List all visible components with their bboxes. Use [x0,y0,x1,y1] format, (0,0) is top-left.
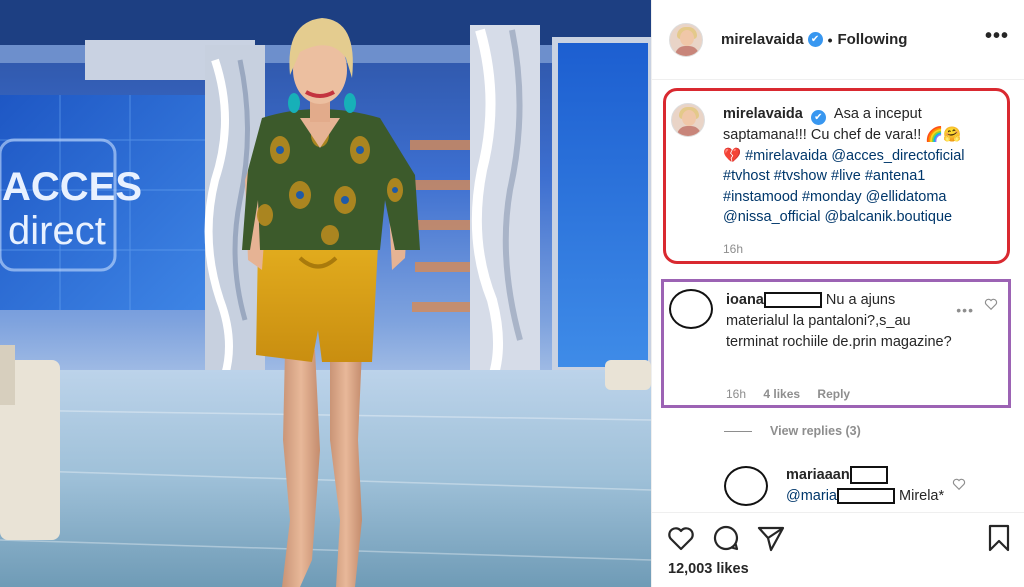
separator-dot: • [827,31,833,48]
redacted-mention-box [836,488,895,505]
caption-text: mirelavaida ✔ Asa a inceput saptamana!!!… [723,104,995,228]
comment-like-icon[interactable] [984,297,998,311]
post-side-panel: mirelavaida ✔ • Following ••• mirelavaid… [651,0,1024,587]
heart-icon[interactable] [666,523,696,553]
post-header: mirelavaida ✔ • Following ••• [652,0,1024,80]
comment-more-icon[interactable]: ••• [956,302,974,318]
comment-2: mariaaan @maria Mirela* [720,462,1020,512]
comment-2-text: mariaaan @maria Mirela* [786,465,976,507]
instagram-post-view: ACCES direct mirelavaida ✔ • Following •… [0,0,1024,587]
likes-count[interactable]: 12,003 likes [668,561,749,577]
redacted-name-box [763,292,822,309]
author-username[interactable]: mirelavaida [721,31,804,48]
studio-scene: ACCES direct [0,0,651,587]
comment-text: ioana Nu a ajuns materialul la pantaloni… [726,290,956,353]
hug-emoji-icon: 🤗 [943,127,962,143]
caption-line1: Asa a inceput [833,106,922,122]
following-button[interactable]: Following [837,31,907,48]
comment-icon[interactable] [711,523,741,553]
view-replies-label: View replies (3) [770,424,861,438]
acces-logo-line2: direct [8,209,106,253]
comment-highlight-frame: ioana Nu a ajuns materialul la pantaloni… [661,279,1011,408]
more-options-icon[interactable]: ••• [985,26,1009,46]
hashtags-line1[interactable]: #mirelavaida @acces_directoficial [745,148,964,164]
hashtags-line2[interactable]: #tvhost #tvshow #live #antena1 [723,168,925,184]
hashtags-line3[interactable]: #instamood #monday @ellidatoma [723,189,946,205]
redacted-avatar-2[interactable] [724,466,768,506]
replies-divider [724,430,752,432]
comment-username[interactable]: ioana [726,292,764,308]
comment-reply-button[interactable]: Reply [817,387,850,401]
caption-username[interactable]: mirelavaida [723,106,803,122]
comment-2-username[interactable]: mariaaan [786,467,850,483]
comment-2-like-icon[interactable] [952,477,966,491]
redacted-avatar[interactable] [669,289,713,329]
caption-highlight-frame: mirelavaida ✔ Asa a inceput saptamana!!!… [663,88,1010,264]
rainbow-emoji-icon: 🌈 [925,127,944,143]
broken-heart-emoji-icon: 💔 [723,147,742,164]
comment-2-body: Mirela* [899,488,945,504]
acces-logo-line1: ACCES [2,165,142,209]
caption-timestamp[interactable]: 16h [723,242,743,256]
comment-likes[interactable]: 4 likes [763,387,800,401]
share-icon[interactable] [756,523,786,553]
comment-time[interactable]: 16h [726,387,746,401]
verified-badge-icon: ✔ [807,32,823,47]
avatar[interactable] [669,22,703,57]
caption-line2: saptamana!!! Cu chef de vara!! [723,127,922,143]
bookmark-icon[interactable] [984,523,1014,553]
comment-2-mention[interactable]: @maria [786,488,837,504]
hashtags-line4[interactable]: @nissa_official @balcanik.boutique [723,209,952,225]
post-photo[interactable]: ACCES direct [0,0,651,587]
view-replies-button[interactable]: View replies (3) [724,424,861,438]
caption-verified-icon: ✔ [810,110,826,125]
redacted-name-box-2 [849,466,888,485]
comment-meta: 16h 4 likes Reply [726,387,864,401]
caption-avatar[interactable] [671,103,705,137]
post-actions-bar: 12,003 likes [652,512,1024,587]
